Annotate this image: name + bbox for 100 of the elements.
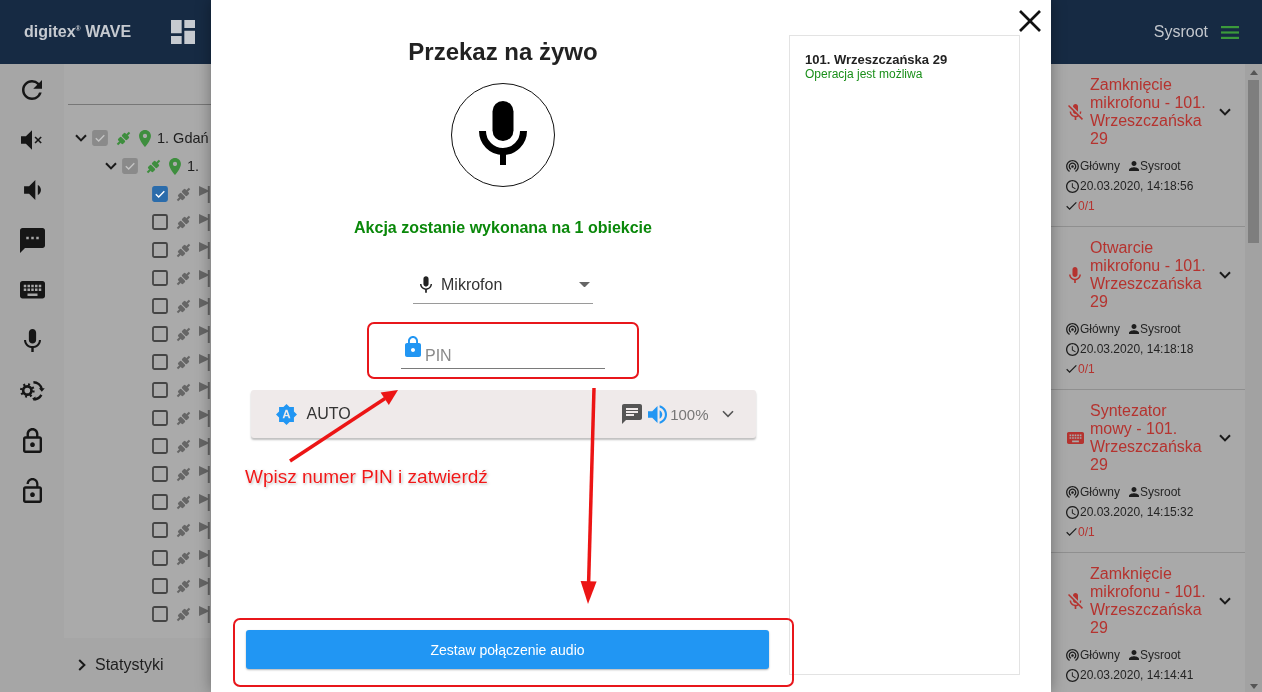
horn-speaker-icon — [199, 521, 210, 539]
chevron-down-icon[interactable] — [1219, 108, 1231, 116]
app-logo: digitex$^{®}$ WAVE — [24, 23, 132, 41]
person-icon — [1129, 650, 1139, 660]
broadcast-icon — [1066, 649, 1079, 661]
scroll-up-icon[interactable] — [1249, 70, 1258, 75]
horn-speaker-icon — [199, 493, 210, 511]
event-title: Syntezator mowy - 101. Wrzeszczańska 29 — [1090, 402, 1203, 474]
menu-icon[interactable] — [1221, 25, 1239, 39]
broadcast-icon — [1066, 323, 1079, 335]
target-status: Operacja jest możliwa — [805, 67, 924, 81]
tree-label: 1. Gdań — [157, 130, 209, 146]
microphone-icon — [1069, 267, 1081, 283]
scroll-thumb[interactable] — [1248, 80, 1259, 243]
scroll-down-icon[interactable] — [1249, 684, 1258, 689]
dashboard-grid-icon[interactable] — [171, 20, 196, 44]
channel-label: Główny — [1080, 322, 1120, 336]
speaker-icon — [648, 404, 668, 424]
event-time: 20.03.2020, 14:18:18 — [1080, 342, 1194, 356]
check-icon — [1066, 365, 1077, 373]
check-icon — [1066, 528, 1077, 536]
close-button[interactable] — [1018, 9, 1042, 33]
check-icon — [1066, 202, 1077, 210]
person-icon — [1129, 487, 1139, 497]
dropdown-arrow-icon — [579, 281, 590, 288]
source-select[interactable]: Mikrofon — [413, 266, 593, 304]
horn-speaker-icon — [199, 465, 210, 483]
horn-speaker-icon — [199, 185, 210, 203]
user-label: Sysroot — [1140, 485, 1181, 499]
mode-label: AUTO — [306, 405, 351, 423]
volume-label: 100% — [670, 405, 709, 423]
user-name[interactable]: Sysroot — [1153, 23, 1208, 41]
confirmation-count: 0/1 — [1078, 199, 1095, 213]
speaker-mute-icon[interactable] — [21, 130, 43, 150]
horn-speaker-icon — [199, 605, 210, 623]
chevron-down-icon[interactable] — [1219, 434, 1231, 442]
microphone-off-icon — [1067, 593, 1083, 609]
map-pin-icon — [139, 129, 151, 147]
event-title: Otwarcie mikrofonu - 101. Wrzeszczańska 29 — [1090, 239, 1207, 311]
lock-icon — [405, 336, 421, 357]
mode-panel[interactable]: AUTO 100% — [250, 390, 756, 438]
map-pin-icon — [169, 157, 181, 175]
horn-speaker-icon — [199, 241, 210, 259]
auto-badge-icon — [275, 403, 297, 425]
clock-icon — [1066, 342, 1079, 356]
unlock-icon[interactable] — [22, 477, 42, 503]
horn-speaker-icon — [199, 549, 210, 567]
refresh-icon[interactable] — [22, 80, 42, 100]
horn-speaker-icon — [199, 353, 210, 371]
microphone-off-icon — [1067, 104, 1083, 120]
event-time: 20.03.2020, 14:18:56 — [1080, 179, 1194, 193]
user-label: Sysroot — [1140, 648, 1181, 662]
channel-label: Główny — [1080, 485, 1120, 499]
horn-speaker-icon — [199, 577, 210, 595]
keyboard-icon — [1066, 432, 1084, 444]
chevron-right-icon[interactable] — [78, 659, 86, 671]
keyboard-icon[interactable] — [19, 281, 45, 299]
section-label[interactable]: Statystyki — [95, 656, 164, 674]
clock-icon — [1066, 668, 1079, 682]
annotation-text: Wpisz numer PIN i zatwierdź — [245, 465, 488, 489]
event-time: 20.03.2020, 14:15:32 — [1080, 505, 1194, 519]
channel-label: Główny — [1080, 159, 1120, 173]
chevron-down-icon[interactable] — [721, 410, 734, 418]
microphone-icon[interactable] — [23, 328, 41, 352]
vertical-scrollbar[interactable] — [1245, 64, 1262, 692]
person-icon — [1129, 161, 1139, 171]
horn-speaker-icon — [199, 381, 210, 399]
lock-icon[interactable] — [22, 427, 42, 453]
clock-icon — [1066, 179, 1079, 193]
tree-label: 1. — [187, 158, 200, 174]
broadcast-icon — [1066, 486, 1079, 498]
microphone-icon — [451, 83, 555, 187]
gear-sync-icon[interactable] — [19, 379, 45, 401]
channel-label: Główny — [1080, 648, 1120, 662]
broadcast-icon — [1066, 160, 1079, 172]
target-name: 101. Wrzeszczańska 29 — [805, 52, 949, 67]
horn-speaker-icon — [199, 409, 210, 427]
horn-speaker-icon — [199, 213, 210, 231]
chevron-down-icon[interactable] — [1219, 597, 1231, 605]
clock-icon — [1066, 505, 1079, 519]
horn-speaker-icon — [199, 437, 210, 455]
person-icon — [1129, 324, 1139, 334]
microphone-icon — [420, 276, 432, 293]
horn-speaker-icon — [199, 297, 210, 315]
confirmation-count: 0/1 — [1078, 362, 1095, 376]
message-icon — [622, 404, 643, 424]
event-time: 20.03.2020, 14:14:41 — [1080, 668, 1194, 682]
horn-speaker-icon — [199, 325, 210, 343]
dialog-title: Przekaz na żywo — [408, 38, 598, 66]
confirmation-count: 0/1 — [1078, 525, 1095, 539]
user-label: Sysroot — [1140, 322, 1181, 336]
user-label: Sysroot — [1140, 159, 1181, 173]
close-icon — [1018, 9, 1042, 33]
horn-speaker-icon — [199, 269, 210, 287]
action-summary: Akcja zostanie wykonana na 1 obiekcie — [354, 218, 652, 238]
speaker-icon[interactable] — [23, 180, 41, 200]
message-icon[interactable] — [19, 227, 45, 253]
event-title: Zamknięcie mikrofonu - 101. Wrzeszczańska 29 — [1090, 565, 1207, 637]
event-title: Zamknięcie mikrofonu - 101. Wrzeszczańska 29 — [1090, 76, 1207, 148]
chevron-down-icon[interactable] — [1219, 271, 1231, 279]
